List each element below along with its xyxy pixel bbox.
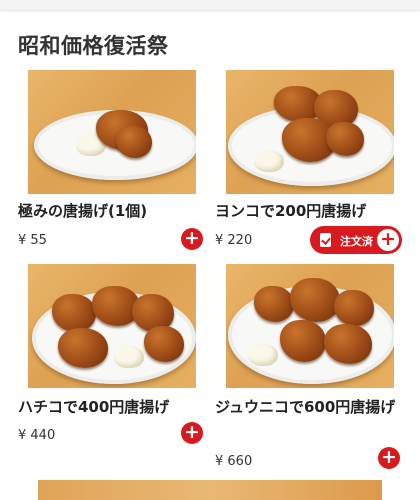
order-ticket-icon [320,233,331,247]
ordered-add-button[interactable]: 注文済 + [310,226,402,254]
add-to-cart-button[interactable]: + [181,422,203,444]
next-item-photo[interactable] [38,480,382,500]
item-photo[interactable] [28,264,196,388]
item-price: ¥ 440 [18,428,56,443]
item-photo[interactable] [226,264,394,388]
item-photo[interactable] [28,70,196,194]
item-name: ヨンコで200円唐揚げ [215,202,367,220]
item-price: ¥ 220 [215,233,253,248]
add-to-cart-button[interactable]: + [378,447,400,469]
section-title: 昭和価格復活祭 [18,34,169,58]
item-name: ハチコで400円唐揚げ [18,398,170,416]
top-bar [0,0,420,10]
item-price: ¥ 55 [18,233,47,248]
item-photo[interactable] [226,70,394,194]
item-name: ジュウニコで600円唐揚げ [215,398,396,416]
ordered-label: 注文済 [340,235,373,248]
item-price: ¥ 660 [215,454,253,469]
item-name: 極みの唐揚げ(1個) [18,202,148,220]
add-to-cart-button[interactable]: + [181,228,203,250]
plus-icon: + [377,229,399,251]
